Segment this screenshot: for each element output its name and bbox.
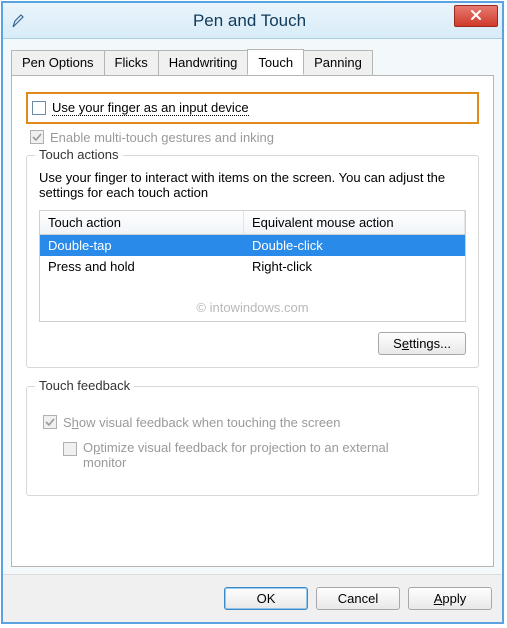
table-row[interactable]: Press and hold Right-click — [40, 256, 465, 277]
tab-touch[interactable]: Touch — [247, 49, 304, 75]
cell-mouse: Right-click — [244, 256, 465, 277]
titlebar: Pen and Touch — [3, 3, 502, 39]
optimize-checkbox — [63, 442, 77, 456]
tab-panel-touch: Use your finger as an input device Enabl… — [11, 75, 494, 567]
watermark: © intowindows.com — [40, 300, 465, 315]
col-mouse-action[interactable]: Equivalent mouse action — [244, 211, 465, 234]
use-finger-label[interactable]: Use your finger as an input device — [52, 100, 249, 116]
tab-panning[interactable]: Panning — [303, 50, 373, 76]
optimize-label: Optimize visual feedback for projection … — [83, 440, 423, 470]
cell-action: Double-tap — [40, 235, 244, 256]
col-touch-action[interactable]: Touch action — [40, 211, 244, 234]
touch-actions-group: Touch actions Use your finger to interac… — [26, 155, 479, 368]
show-feedback-row: Show visual feedback when touching the s… — [43, 415, 466, 430]
show-feedback-label: Show visual feedback when touching the s… — [63, 415, 341, 430]
tab-flicks[interactable]: Flicks — [104, 50, 159, 76]
touch-actions-desc: Use your finger to interact with items o… — [39, 170, 466, 200]
tab-handwriting[interactable]: Handwriting — [158, 50, 249, 76]
window-title: Pen and Touch — [27, 11, 502, 31]
use-finger-checkbox[interactable] — [32, 101, 46, 115]
touch-feedback-legend: Touch feedback — [35, 378, 134, 393]
use-finger-highlight: Use your finger as an input device — [26, 92, 479, 124]
touch-actions-legend: Touch actions — [35, 147, 123, 162]
optimize-row: Optimize visual feedback for projection … — [63, 440, 466, 470]
cell-mouse: Double-click — [244, 235, 465, 256]
show-feedback-checkbox — [43, 415, 57, 429]
pen-and-touch-dialog: Pen and Touch Pen Options Flicks Handwri… — [1, 1, 504, 624]
cancel-button[interactable]: Cancel — [316, 587, 400, 610]
touch-actions-table[interactable]: Touch action Equivalent mouse action Dou… — [39, 210, 466, 322]
enable-multitouch-checkbox — [30, 130, 44, 144]
tabstrip: Pen Options Flicks Handwriting Touch Pan… — [11, 49, 494, 75]
enable-multitouch-row: Enable multi-touch gestures and inking — [30, 130, 479, 145]
ok-button[interactable]: OK — [224, 587, 308, 610]
table-row[interactable]: Double-tap Double-click — [40, 235, 465, 256]
tab-pen-options[interactable]: Pen Options — [11, 50, 105, 76]
table-header: Touch action Equivalent mouse action — [40, 211, 465, 235]
apply-button[interactable]: Apply — [408, 587, 492, 610]
dialog-button-bar: OK Cancel Apply — [3, 574, 502, 622]
close-button[interactable] — [454, 5, 498, 27]
enable-multitouch-label: Enable multi-touch gestures and inking — [50, 130, 274, 145]
settings-button[interactable]: Settings... — [378, 332, 466, 355]
cell-action: Press and hold — [40, 256, 244, 277]
touch-feedback-group: Touch feedback Show visual feedback when… — [26, 386, 479, 496]
tab-area: Pen Options Flicks Handwriting Touch Pan… — [3, 39, 502, 567]
pen-icon — [11, 13, 27, 29]
close-icon — [470, 9, 482, 24]
